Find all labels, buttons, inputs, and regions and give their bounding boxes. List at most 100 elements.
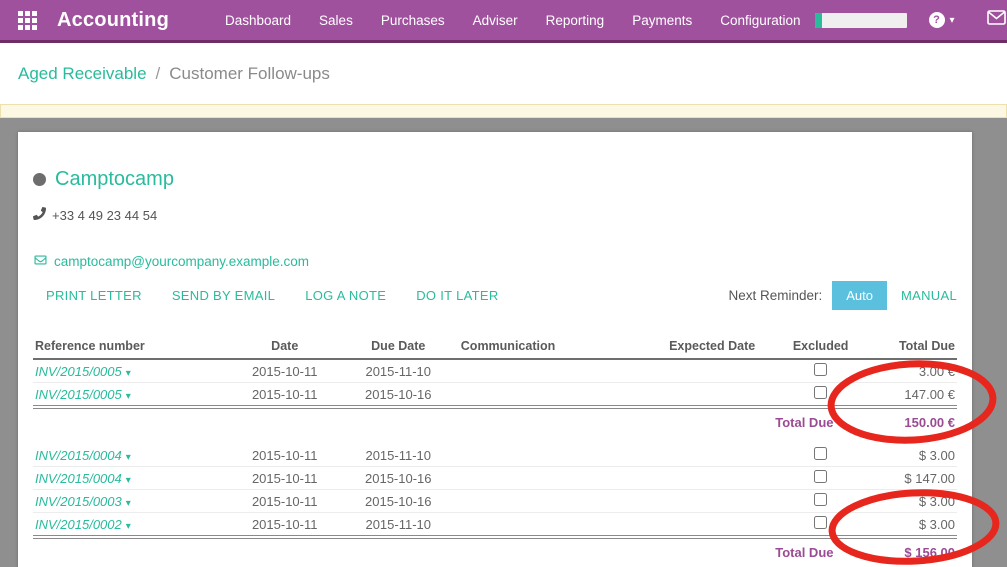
planner-progressbar[interactable] [815,13,907,28]
cell-due-date: 2015-11-10 [338,359,459,383]
header-due-date: Due Date [338,337,459,359]
invoice-dropdown-icon[interactable]: ▾ [126,475,131,486]
help-menu[interactable]: ? ▾ [929,12,955,28]
cell-expected-date [643,383,782,408]
cell-total-due: 3.00 € [860,359,958,383]
send-by-email-button[interactable]: SEND BY EMAIL [172,288,275,303]
nav-reporting[interactable]: Reporting [532,13,619,28]
do-it-later-button[interactable]: DO IT LATER [416,288,498,303]
cell-due-date: 2015-10-16 [338,383,459,408]
table-row: INV/2015/0004 ▾ 2015-10-11 2015-11-10 $ 3… [33,444,957,467]
total-due-label: Total Due [33,537,860,566]
breadcrumb-separator: / [156,64,161,84]
print-letter-button[interactable]: PRINT LETTER [46,288,142,303]
header-communication: Communication [459,337,643,359]
cell-total-due: $ 3.00 [860,490,958,513]
header-excluded: Excluded [782,337,860,359]
cell-communication [459,444,643,467]
nav-adviser[interactable]: Adviser [459,13,532,28]
cell-date: 2015-10-11 [232,383,338,408]
cell-communication [459,359,643,383]
header-reference-number: Reference number [33,337,232,359]
excluded-checkbox[interactable] [814,516,827,529]
apps-menu-icon[interactable] [18,11,37,30]
chevron-down-icon: ▾ [950,15,955,26]
cell-total-due: $ 3.00 [860,513,958,538]
breadcrumb: Aged Receivable / Customer Follow-ups [0,43,1007,104]
header-date: Date [232,337,338,359]
cell-due-date: 2015-10-16 [338,467,459,490]
nav-configuration[interactable]: Configuration [706,13,814,28]
reminder-auto-button[interactable]: Auto [832,281,887,310]
excluded-checkbox[interactable] [814,470,827,483]
customer-status-dot-icon [33,173,46,186]
section-spacer [33,436,957,444]
breadcrumb-aged-receivable[interactable]: Aged Receivable [18,64,147,84]
invoice-link[interactable]: INV/2015/0004 [35,448,122,463]
invoice-dropdown-icon[interactable]: ▾ [126,368,131,379]
nav-purchases[interactable]: Purchases [367,13,459,28]
excluded-checkbox[interactable] [814,386,827,399]
total-due-amount: 150.00 € [860,407,958,436]
nav-sales[interactable]: Sales [305,13,367,28]
nav-payments[interactable]: Payments [618,13,706,28]
invoice-dropdown-icon[interactable]: ▾ [126,498,131,509]
messages-menu[interactable] [987,10,1006,30]
invoice-link[interactable]: INV/2015/0004 [35,471,122,486]
followup-sheet: Camptocamp +33 4 49 23 44 54 camptocamp@… [18,132,972,567]
table-row: INV/2015/0002 ▾ 2015-10-11 2015-11-10 $ 3… [33,513,957,538]
systray: ? ▾ 21 [815,10,1007,31]
invoice-link[interactable]: INV/2015/0002 [35,517,122,532]
cell-date: 2015-10-11 [232,513,338,538]
invoice-dropdown-icon[interactable]: ▾ [126,521,131,532]
excluded-checkbox[interactable] [814,493,827,506]
excluded-checkbox[interactable] [814,363,827,376]
email-envelope-icon [33,254,54,269]
cell-total-due: 147.00 € [860,383,958,408]
reminder-manual-button[interactable]: MANUAL [901,288,957,303]
cell-due-date: 2015-11-10 [338,444,459,467]
invoice-dropdown-icon[interactable]: ▾ [126,391,131,402]
cell-date: 2015-10-11 [232,467,338,490]
cell-expected-date [643,444,782,467]
cell-total-due: $ 147.00 [860,467,958,490]
app-title[interactable]: Accounting [57,9,169,32]
table-row: INV/2015/0005 ▾ 2015-10-11 2015-10-16 147… [33,383,957,408]
customer-phone: +33 4 49 23 44 54 [52,208,157,223]
announcement-bar [0,104,1007,118]
breadcrumb-current: Customer Follow-ups [169,64,330,84]
cell-expected-date [643,490,782,513]
excluded-checkbox[interactable] [814,447,827,460]
actions-row: PRINT LETTER SEND BY EMAIL LOG A NOTE DO… [33,280,957,310]
invoice-dropdown-icon[interactable]: ▾ [126,452,131,463]
invoice-link[interactable]: INV/2015/0005 [35,387,122,402]
table-header-row: Reference number Date Due Date Communica… [33,337,957,359]
header-expected-date: Expected Date [643,337,782,359]
section-total-row: Total Due $ 156.00 [33,537,957,566]
customer-name[interactable]: Camptocamp [55,168,174,191]
top-navbar: Accounting Dashboard Sales Purchases Adv… [0,0,1007,43]
invoice-link[interactable]: INV/2015/0005 [35,364,122,379]
cell-expected-date [643,467,782,490]
table-row: INV/2015/0004 ▾ 2015-10-11 2015-10-16 $ 1… [33,467,957,490]
section-total-row: Total Due 150.00 € [33,407,957,436]
nav-dashboard[interactable]: Dashboard [211,13,305,28]
total-due-label: Total Due [33,407,860,436]
cell-date: 2015-10-11 [232,490,338,513]
next-reminder-label: Next Reminder: [728,288,822,303]
cell-date: 2015-10-11 [232,444,338,467]
cell-total-due: $ 3.00 [860,444,958,467]
app-window: Accounting Dashboard Sales Purchases Adv… [0,0,1007,567]
main-nav: Dashboard Sales Purchases Adviser Report… [211,13,815,28]
table-row: INV/2015/0005▾ 2015-10-11 2015-11-10 3.0… [33,359,957,383]
customer-email[interactable]: camptocamp@yourcompany.example.com [54,254,309,269]
customer-heading: Camptocamp [33,166,957,192]
invoice-link[interactable]: INV/2015/0003 [35,494,122,509]
cell-expected-date [643,359,782,383]
action-links: PRINT LETTER SEND BY EMAIL LOG A NOTE DO… [46,288,529,303]
cell-communication [459,513,643,538]
envelope-icon [987,10,1006,30]
cell-due-date: 2015-11-10 [338,513,459,538]
log-a-note-button[interactable]: LOG A NOTE [305,288,386,303]
cell-expected-date [643,513,782,538]
